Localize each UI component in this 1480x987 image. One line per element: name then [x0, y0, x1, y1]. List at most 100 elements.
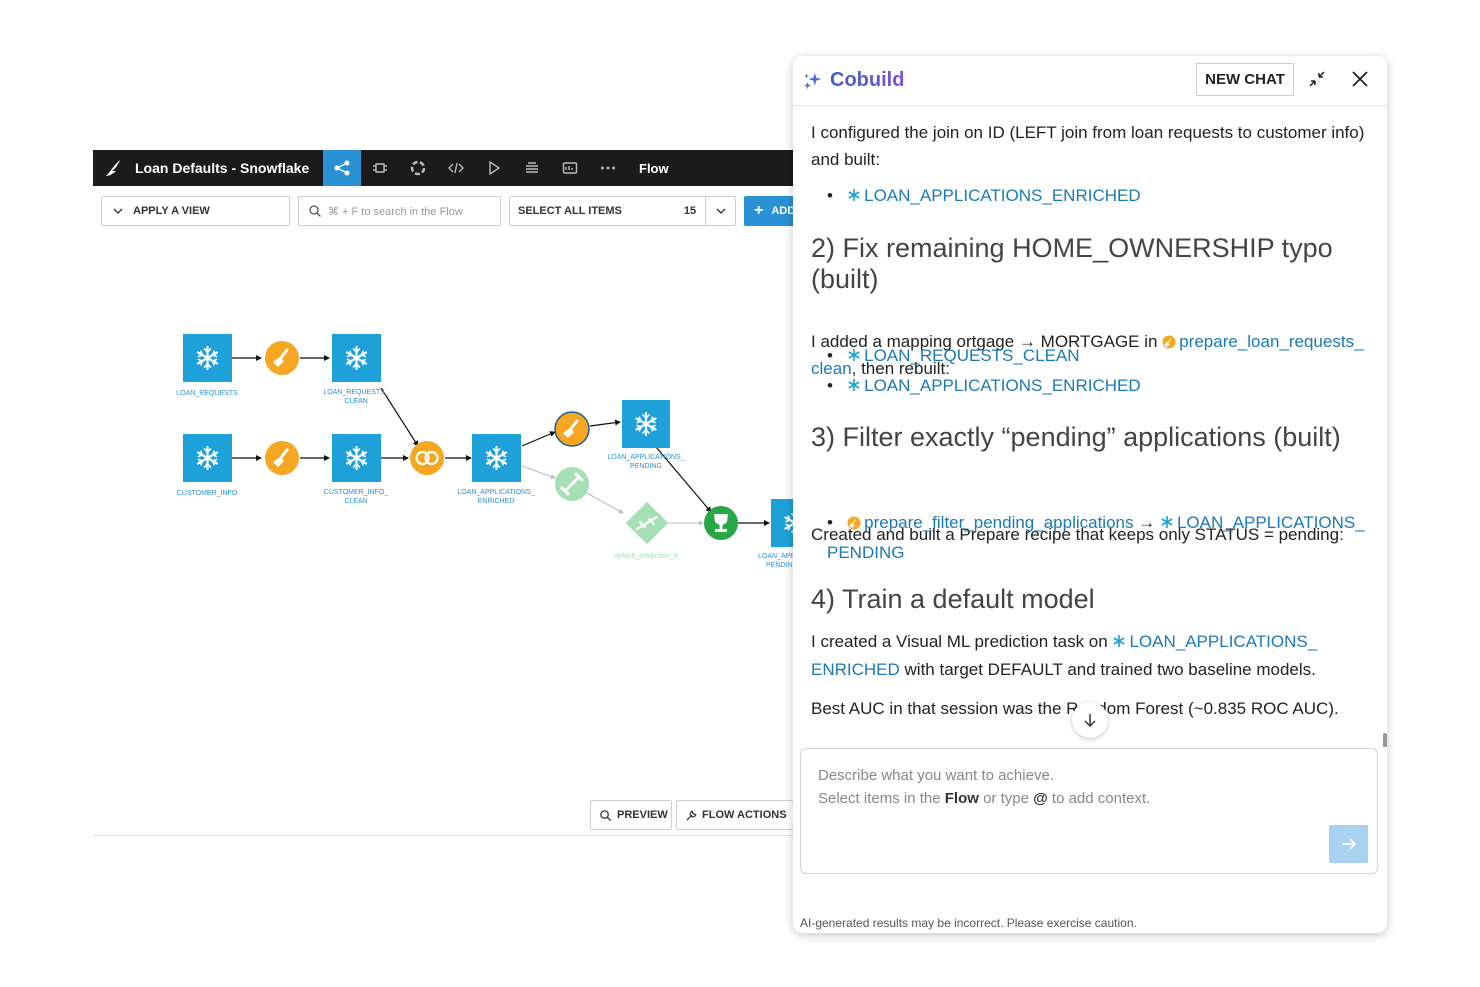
- node-label: CLEAN: [344, 498, 367, 505]
- node-label: CLEAN: [344, 398, 367, 405]
- list-item: • LOAN_REQUESTS_CLEAN: [827, 346, 1080, 365]
- scroll-to-bottom-button[interactable]: [1072, 702, 1108, 738]
- prompt-input[interactable]: Describe what you want to achieve. Selec…: [800, 748, 1378, 874]
- dashboard-icon[interactable]: [551, 150, 589, 186]
- collapse-icon[interactable]: [1306, 68, 1328, 90]
- recipe-prepare-customer-info[interactable]: [265, 441, 299, 475]
- new-chat-button[interactable]: NEW CHAT: [1196, 63, 1294, 96]
- prompt-placeholder-line-2: Select items in the Flow or type @ to ad…: [818, 790, 1151, 807]
- section-heading: 2) Fix remaining HOME_OWNERSHIP typo (bu…: [811, 233, 1333, 294]
- node-label: LOAN_APPLICATIONS_: [607, 454, 684, 461]
- dataset-customer-info-clean[interactable]: CUSTOMER_INFO_ CLEAN: [324, 434, 389, 505]
- recipe-prepare-filter-pending[interactable]: [554, 411, 590, 447]
- node-label: CUSTOMER_INFO_: [324, 489, 389, 496]
- recipe-prepare-loan-requests[interactable]: [265, 341, 299, 375]
- prepare-recipe-icon: [847, 516, 861, 530]
- dataset-link[interactable]: PENDING: [827, 543, 904, 562]
- node-label: default_prediction_rf: [614, 553, 677, 560]
- run-icon[interactable]: [475, 150, 513, 186]
- snowflake-dataset-icon: [1161, 516, 1173, 528]
- preview-label: PREVIEW: [617, 809, 668, 821]
- dataset-customer-info[interactable]: CUSTOMER_INFO: [177, 434, 238, 497]
- snowflake-dataset-icon: [1113, 635, 1126, 647]
- chevron-down-icon[interactable]: [705, 197, 735, 225]
- message-text: I configured the join on ID (LEFT join f…: [811, 123, 1365, 169]
- snowflake-dataset-icon: [848, 349, 860, 361]
- chevron-down-icon: [113, 208, 123, 214]
- ai-disclaimer: AI-generated results may be incorrect. P…: [800, 916, 1137, 930]
- recipe-join[interactable]: [410, 441, 444, 475]
- node-label: CUSTOMER_INFO: [177, 490, 238, 497]
- section-heading: 4) Train a default model: [811, 584, 1095, 614]
- add-item-label: ADD: [771, 205, 796, 217]
- dataset-link[interactable]: LOAN_APPLICATIONS_ENRICHED: [864, 186, 1140, 205]
- flow-graph: LOAN_REQUESTS LOAN_REQUESTS_ CLEAN CUSTO…: [176, 334, 800, 569]
- flow-actions-button[interactable]: FLOW ACTIONS: [676, 800, 800, 830]
- list-item: • prepare_filter_pending_applications → …: [827, 513, 1365, 562]
- dataset-loan-applications-pending[interactable]: LOAN_APPLICATIONS_ PENDING: [607, 400, 685, 470]
- node-label: PENDIN: [766, 562, 792, 569]
- apply-view-dropdown[interactable]: APPLY A VIEW: [101, 196, 290, 226]
- snowflake-dataset-icon: [848, 379, 860, 391]
- app-logo-icon[interactable]: [93, 150, 135, 186]
- message-text: I created a Visual ML prediction task on…: [811, 632, 1318, 679]
- flow-search-input[interactable]: ⌘ + F to search in the Flow: [298, 196, 501, 226]
- chat-transcript: I configured the join on ID (LEFT join f…: [793, 107, 1387, 747]
- snowflake-dataset-icon: [848, 189, 860, 201]
- wrench-icon: [686, 810, 697, 821]
- dataset-link[interactable]: ENRICHED: [811, 660, 900, 679]
- preview-button[interactable]: PREVIEW: [590, 800, 672, 830]
- search-placeholder: ⌘ + F to search in the Flow: [328, 205, 463, 218]
- arrow-right-icon: [1341, 838, 1356, 850]
- stack-icon[interactable]: [513, 150, 551, 186]
- prompt-placeholder-line-1: Describe what you want to achieve.: [818, 767, 1054, 784]
- prepare-recipe-icon: [1162, 335, 1176, 349]
- scrollbar[interactable]: [1383, 733, 1387, 747]
- node-label: LOAN_REQUESTS: [176, 390, 238, 397]
- cobuild-title: Cobuild: [830, 69, 905, 91]
- code-icon[interactable]: [437, 150, 475, 186]
- node-label: LOAN_REQUESTS_: [323, 389, 388, 396]
- project-title[interactable]: Loan Defaults - Snowflake: [135, 160, 323, 176]
- dataset-link[interactable]: LOAN_APPLICATIONS_: [1129, 632, 1317, 651]
- node-label: PENDING: [630, 463, 662, 470]
- flow-actions-label: FLOW ACTIONS: [702, 809, 787, 821]
- recipe-score[interactable]: [704, 506, 738, 540]
- arrow-down-icon: [1084, 714, 1096, 728]
- search-icon: [309, 205, 321, 217]
- select-all-items[interactable]: SELECT ALL ITEMS 15: [509, 196, 736, 226]
- tab-flow[interactable]: Flow: [639, 161, 669, 176]
- recipe-link[interactable]: prepare_filter_pending_applications: [864, 513, 1133, 532]
- node-label: ENRICHED: [478, 498, 515, 505]
- search-icon: [600, 809, 612, 821]
- dataset-link[interactable]: LOAN_APPLICATIONS_: [1177, 513, 1365, 532]
- plus-icon: +: [754, 202, 764, 219]
- list-item: • LOAN_APPLICATIONS_ENRICHED: [827, 376, 1141, 395]
- recipe-link[interactable]: prepare_loan_requests_: [1179, 332, 1363, 351]
- saved-model-default-prediction[interactable]: default_prediction_rf: [614, 501, 678, 560]
- more-icon[interactable]: [589, 150, 627, 186]
- cobuild-panel: Cobuild NEW CHAT I configured the join o…: [793, 56, 1387, 933]
- divider: [93, 835, 800, 836]
- sparkle-icon: [803, 72, 822, 89]
- node-label: LOAN_APPLICATIONS_: [457, 489, 534, 496]
- recipe-train-ghost[interactable]: [555, 467, 589, 501]
- flow-app: LOAN_REQUESTS LOAN_REQUESTS_ CLEAN CUSTO…: [93, 150, 800, 840]
- dataset-loan-requests[interactable]: LOAN_REQUESTS: [176, 334, 238, 397]
- lab-icon[interactable]: [361, 150, 399, 186]
- cobuild-header: Cobuild NEW CHAT: [793, 56, 1387, 106]
- dataset-loan-applications-enriched[interactable]: LOAN_APPLICATIONS_ ENRICHED: [457, 434, 535, 505]
- add-item-button[interactable]: + ADD: [744, 196, 800, 226]
- node-label: LOAN_APP: [758, 553, 795, 560]
- section-heading: 3) Filter exactly “pending” applications…: [811, 422, 1341, 452]
- send-button[interactable]: [1329, 825, 1368, 863]
- dataset-loan-requests-clean[interactable]: LOAN_REQUESTS_ CLEAN: [323, 334, 389, 405]
- flow-icon[interactable]: [323, 150, 361, 186]
- list-item: • LOAN_APPLICATIONS_ENRICHED: [827, 186, 1141, 205]
- insights-icon[interactable]: [399, 150, 437, 186]
- dataset-link[interactable]: LOAN_REQUESTS_CLEAN: [864, 346, 1079, 365]
- dataset-link[interactable]: LOAN_APPLICATIONS_ENRICHED: [864, 376, 1140, 395]
- selection-count: 15: [683, 205, 697, 217]
- select-all-label: SELECT ALL ITEMS: [518, 205, 622, 217]
- close-icon[interactable]: [1348, 67, 1372, 91]
